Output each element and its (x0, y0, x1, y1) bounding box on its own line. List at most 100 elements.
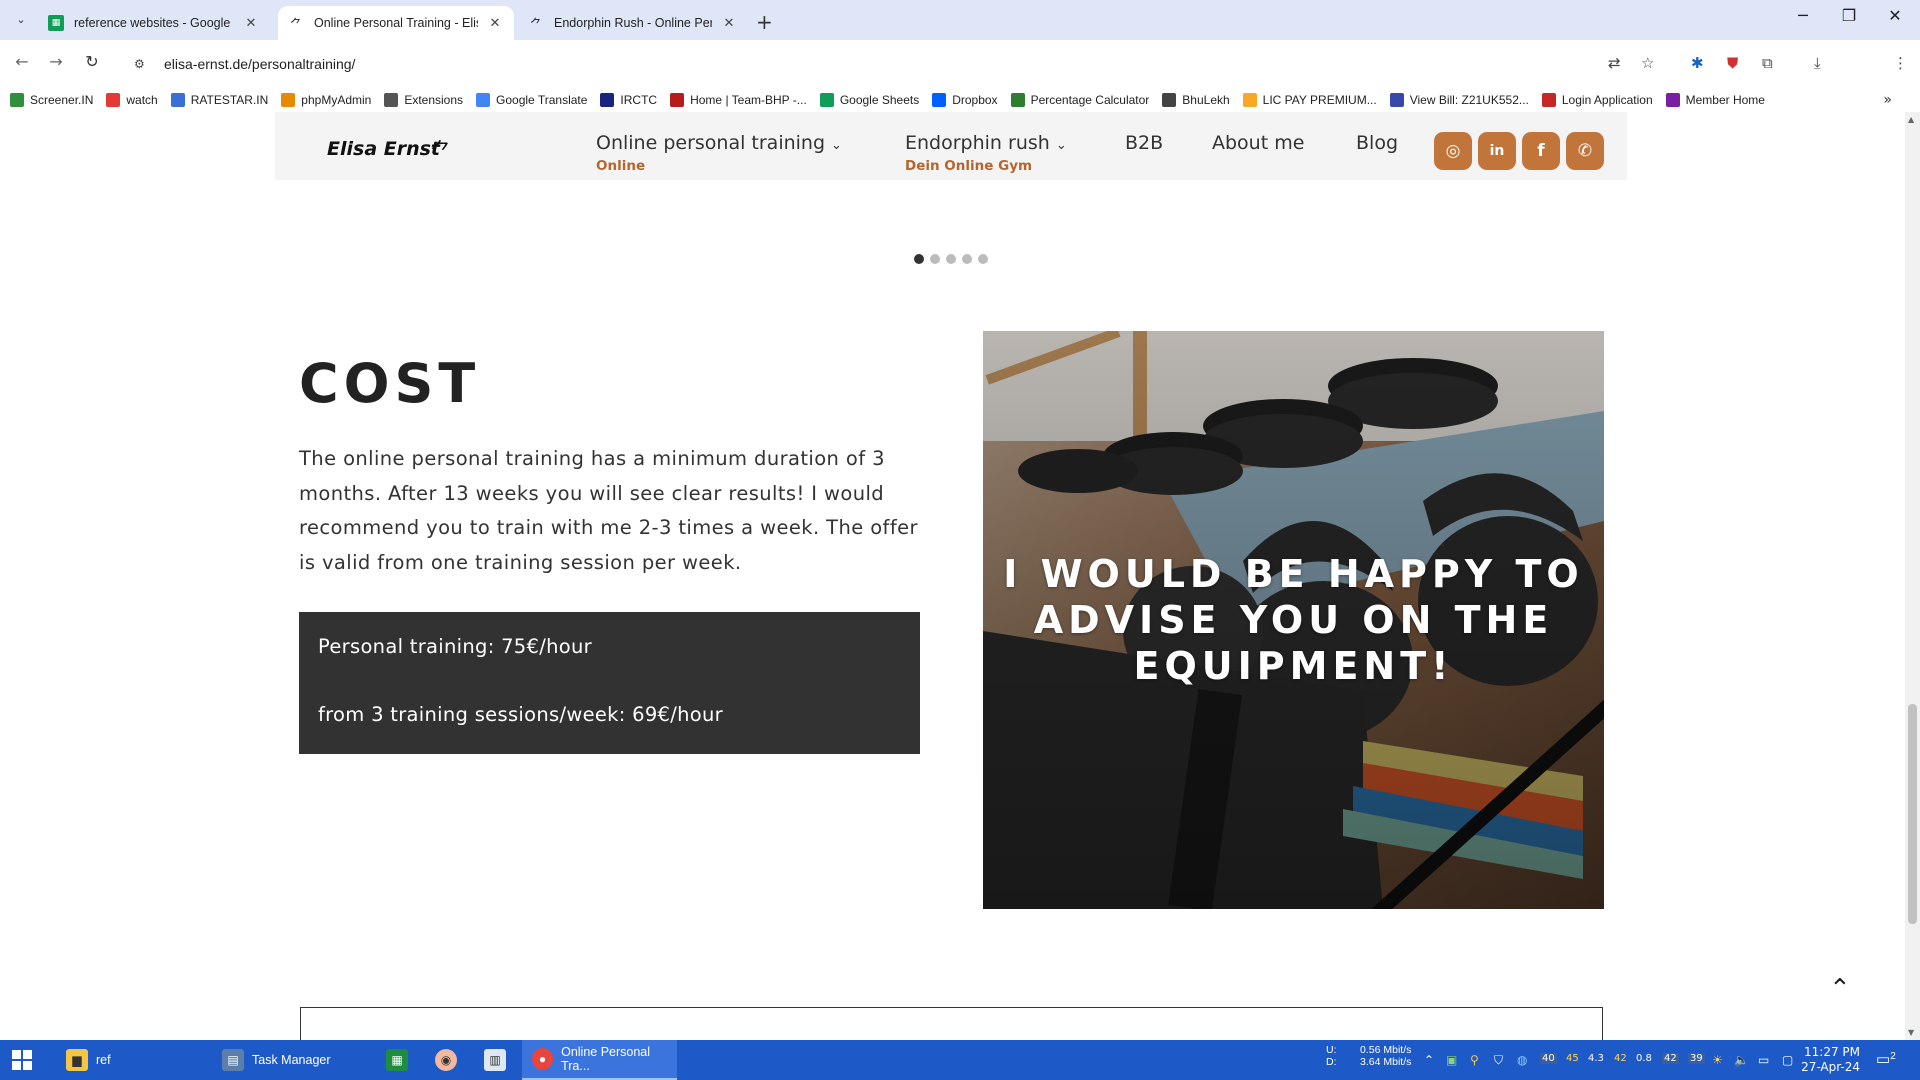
google-sheets-icon: ▦ (48, 15, 64, 31)
back-to-top-icon[interactable]: ⌃ (1829, 974, 1851, 1004)
slider-dot[interactable] (978, 254, 988, 264)
shield-icon[interactable]: ⛊ (1727, 54, 1738, 72)
chrome-icon: ● (532, 1048, 554, 1070)
url-text: elisa-ernst.de/personaltraining/ (164, 56, 356, 72)
net-down-speed: 3.64 Mbit/s (1360, 1056, 1412, 1068)
address-bar[interactable]: ⚙ elisa-ernst.de/personaltraining/ (122, 47, 1682, 81)
site-info-icon[interactable]: ⚙ (134, 57, 154, 71)
bookmark-item[interactable]: IRCTC (600, 93, 657, 107)
page-scrollbar[interactable]: ▲ ▼ (1905, 112, 1920, 1040)
bookmark-item[interactable]: Percentage Calculator (1010, 93, 1149, 107)
bookmark-star-icon[interactable]: ☆ (1641, 54, 1654, 72)
folder-icon: ▆ (66, 1049, 88, 1071)
bookmark-item[interactable]: Dropbox (932, 93, 998, 107)
taskbar-app-label: Online Personal Tra... (561, 1045, 651, 1073)
system-clock[interactable]: 11:27 PM 27-Apr-24 (1801, 1045, 1860, 1075)
notification-count: 2 (1890, 1051, 1896, 1062)
extensions-puzzle-icon[interactable]: ⧉ (1762, 54, 1773, 72)
slider-dot[interactable] (962, 254, 972, 264)
bookmark-item[interactable]: Member Home (1665, 93, 1765, 107)
bookmark-favicon-icon (476, 93, 491, 107)
new-tab-button[interactable]: + (756, 10, 773, 34)
tray-weather-icon[interactable]: ☀ (1712, 1053, 1723, 1067)
bookmark-item[interactable]: Google Sheets (819, 93, 920, 107)
instagram-icon[interactable]: ◎ (1434, 132, 1472, 170)
site-logo[interactable]: Elisa Ernst (327, 138, 440, 160)
bookmark-favicon-icon (932, 93, 947, 107)
tab-reference-websites[interactable]: ▦ reference websites - Google Sh ✕ (38, 6, 270, 40)
facebook-icon[interactable]: f (1522, 132, 1560, 170)
back-button[interactable]: ← (10, 52, 34, 71)
tray-chevron-up-icon[interactable]: ⌃ (1424, 1053, 1434, 1067)
notification-center-icon[interactable]: ▭2 (1876, 1050, 1906, 1072)
bookmark-item[interactable]: Home | Team-BHP -... (670, 93, 807, 107)
bookmarks-overflow-icon[interactable]: » (1883, 92, 1892, 108)
tray-badge-icon-2[interactable]: 42 (1662, 1053, 1679, 1064)
bookmark-label: Google Sheets (839, 93, 920, 107)
tray-shield-icon[interactable]: ⛉ (1494, 1053, 1503, 1068)
slider-dot[interactable] (946, 254, 956, 264)
nav-about-me[interactable]: About me (1212, 132, 1304, 154)
extension-icon[interactable]: ✱ (1691, 54, 1704, 72)
bookmark-item[interactable]: Screener.IN (10, 93, 93, 107)
forward-button[interactable]: → (44, 52, 68, 71)
nav-blog[interactable]: Blog (1356, 132, 1398, 154)
slider-dot[interactable] (914, 254, 924, 264)
reload-button[interactable]: ↻ (80, 52, 104, 71)
close-icon[interactable]: ✕ (720, 14, 738, 32)
tray-globe-icon[interactable]: ◍ (1517, 1053, 1527, 1067)
restore-button[interactable]: ❐ (1826, 6, 1872, 25)
battery-icon[interactable]: ▭ (1758, 1053, 1769, 1067)
taskbar-app-ref[interactable]: ▆ ref (56, 1040, 216, 1080)
scrollbar-thumb[interactable] (1908, 704, 1917, 924)
taskbar-app-chrome[interactable]: ● Online Personal Tra... (522, 1040, 677, 1080)
clock-time: 11:27 PM (1804, 1045, 1860, 1059)
scroll-up-arrow-icon[interactable]: ▲ (1908, 115, 1914, 124)
scroll-down-arrow-icon[interactable]: ▼ (1908, 1028, 1914, 1037)
tray-app-icon[interactable]: ▣ (1446, 1053, 1457, 1067)
volume-icon[interactable]: 🔈 (1734, 1053, 1749, 1067)
windows-start-icon[interactable] (12, 1050, 32, 1070)
taskbar-app-notepad[interactable]: ▥ (474, 1040, 518, 1080)
tray-stat-1: 45 (1566, 1053, 1579, 1064)
bookmark-item[interactable]: Google Translate (476, 93, 587, 107)
cost-heading: COST (299, 352, 481, 415)
tab-strip: ⌄ ▦ reference websites - Google Sh ✕ ⺈ O… (0, 0, 1920, 40)
whatsapp-icon[interactable]: ✆ (1566, 132, 1604, 170)
slider-pagination (914, 254, 988, 264)
close-icon[interactable]: ✕ (242, 14, 260, 32)
bookmark-item[interactable]: Login Application (1541, 93, 1653, 107)
bookmark-item[interactable]: Extensions (384, 93, 463, 107)
download-icon[interactable]: ⤓ (1814, 54, 1821, 72)
translate-icon[interactable]: ⇄ (1608, 54, 1621, 72)
bookmark-item[interactable]: watch (106, 93, 158, 107)
bookmark-item[interactable]: View Bill: Z21UK552... (1389, 93, 1529, 107)
menu-kebab-icon[interactable]: ⋮ (1893, 54, 1908, 72)
bookmark-item[interactable]: LIC PAY PREMIUM... (1242, 93, 1377, 107)
close-window-button[interactable]: ✕ (1872, 6, 1918, 25)
close-icon[interactable]: ✕ (486, 14, 504, 32)
tray-search-icon[interactable]: ⚲ (1470, 1053, 1479, 1067)
tab-endorphin-rush[interactable]: ⺈ Endorphin Rush - Online Perso ✕ (518, 6, 748, 40)
network-icon[interactable]: ▢ (1782, 1053, 1793, 1067)
bookmark-item[interactable]: RATESTAR.IN (170, 93, 268, 107)
bookmark-item[interactable]: phpMyAdmin (281, 93, 371, 107)
minimize-button[interactable]: ─ (1780, 6, 1826, 25)
tray-badge-icon-3[interactable]: 39 (1688, 1053, 1705, 1064)
bookmark-favicon-icon (1242, 93, 1257, 107)
taskbar-app-sheets[interactable]: ▦ (376, 1040, 420, 1080)
taskbar-app-task-manager[interactable]: ▤ Task Manager (212, 1040, 367, 1080)
bookmark-label: LIC PAY PREMIUM... (1262, 93, 1377, 107)
nav-endorphin-rush[interactable]: Endorphin rush ⌄ (905, 132, 1067, 154)
bookmark-item[interactable]: BhuLekh (1162, 93, 1230, 107)
slider-dot[interactable] (930, 254, 940, 264)
nav-online-personal-training[interactable]: Online personal training ⌄ (596, 132, 842, 154)
nav-b2b[interactable]: B2B (1125, 132, 1163, 154)
linkedin-icon[interactable]: in (1478, 132, 1516, 170)
tab-search-button[interactable]: ⌄ (10, 8, 32, 30)
tray-badge-icon[interactable]: 40 (1540, 1053, 1557, 1064)
price-discounted: from 3 training sessions/week: 69€/hour (318, 703, 723, 726)
tab-online-personal-training[interactable]: ⺈ Online Personal Training - Elisa ✕ (278, 6, 514, 40)
bookmark-label: IRCTC (620, 93, 658, 107)
taskbar-app-misc[interactable]: ◉ (425, 1040, 469, 1080)
